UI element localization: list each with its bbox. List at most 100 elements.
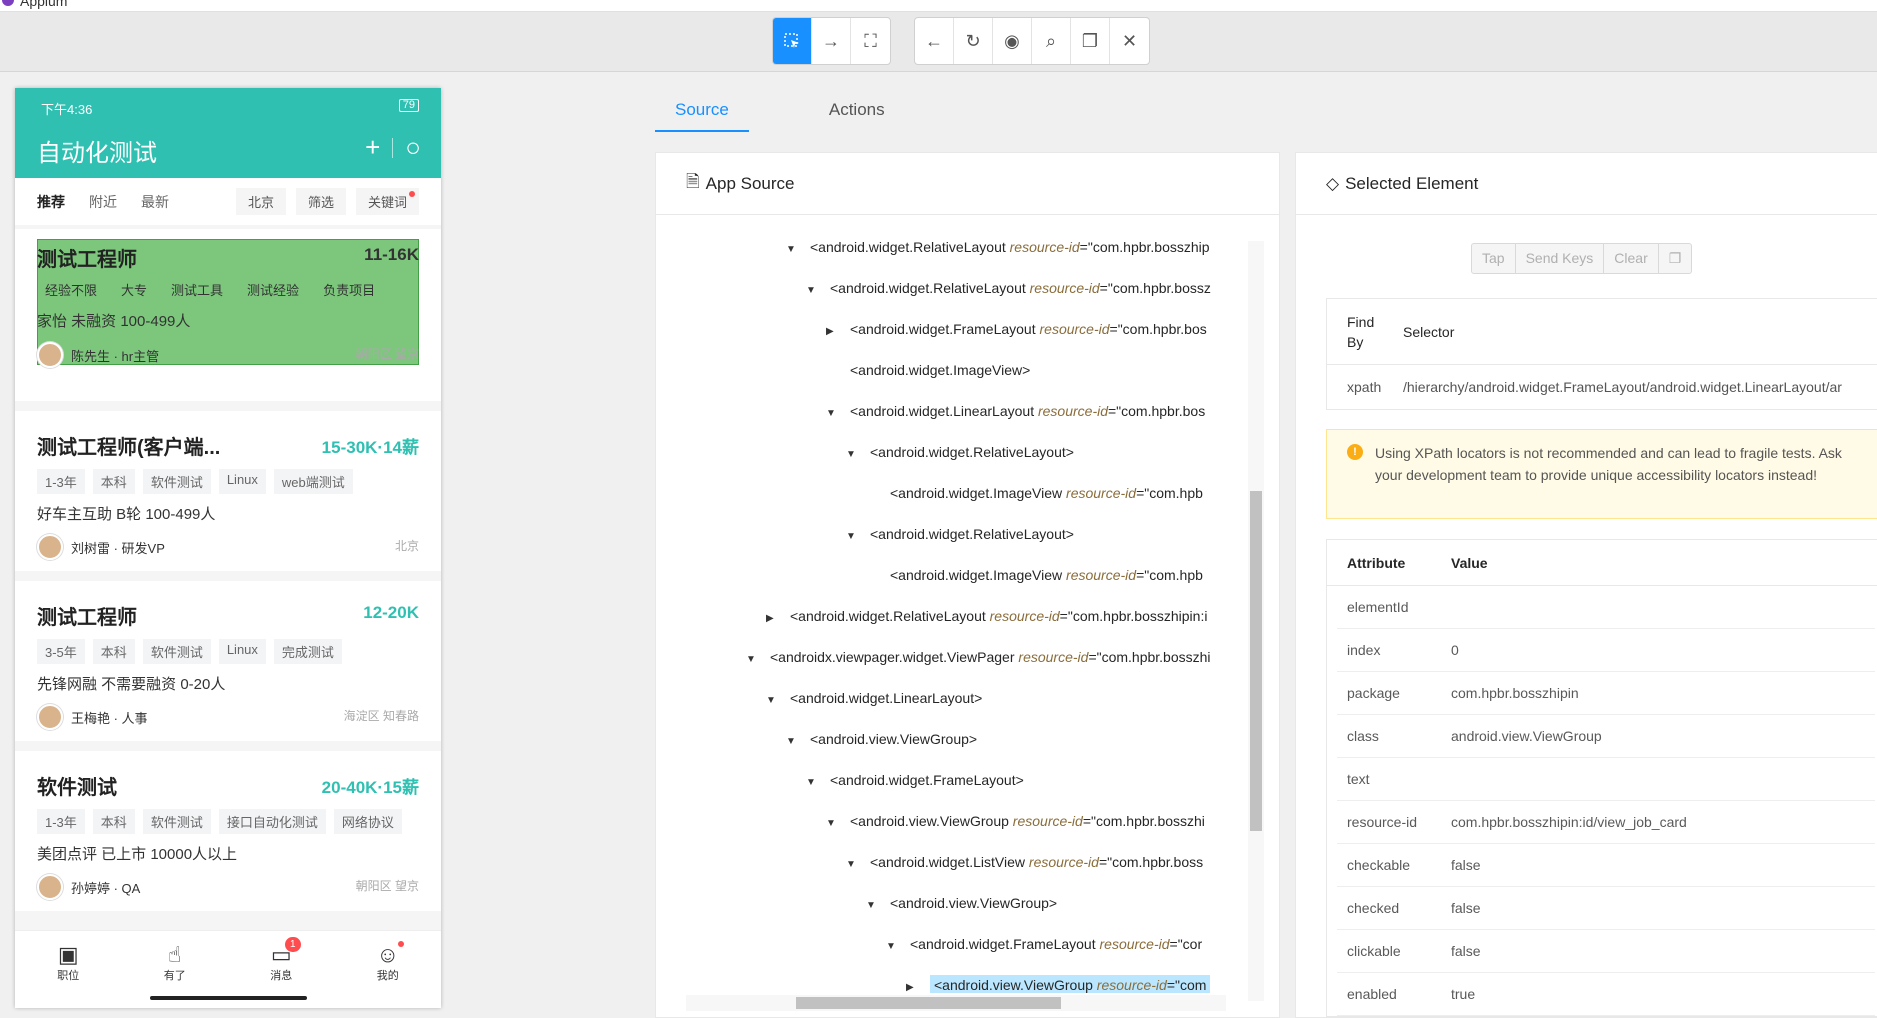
selector-row[interactable]: xpath /hierarchy/android.widget.FrameLay… bbox=[1327, 365, 1877, 409]
source-tree-node[interactable]: ▶ <android.view.ViewGroup resource-id="co… bbox=[906, 971, 1211, 993]
clear-button[interactable]: Clear bbox=[1604, 244, 1659, 273]
caret-right-icon[interactable]: ▶ bbox=[826, 318, 850, 346]
source-tree-node[interactable]: ▼ <androidx.viewpager.widget.ViewPager re… bbox=[746, 643, 1211, 671]
node-label[interactable]: <android.view.ViewGroup> bbox=[810, 731, 977, 747]
search-icon[interactable]: ○ bbox=[405, 132, 421, 163]
quit-session-button[interactable]: ✕ bbox=[1110, 18, 1149, 64]
node-label[interactable]: <android.view.ViewGroup resource-id="com bbox=[930, 975, 1211, 993]
node-label[interactable]: <android.widget.ListView resource-id="co… bbox=[870, 854, 1203, 870]
job-card[interactable]: 测试工程师 12-20K 3-5年 本科 软件测试 Linux 完成测试 先锋网… bbox=[15, 581, 441, 741]
source-tree-node[interactable]: ▼ <android.view.ViewGroup> bbox=[786, 725, 977, 753]
app-source-header: 🗎 App Source bbox=[656, 153, 1279, 215]
user-icon: ☺ bbox=[376, 942, 399, 967]
node-label[interactable]: <android.widget.ImageView resource-id="c… bbox=[890, 485, 1203, 501]
tab-actions[interactable]: Actions bbox=[809, 92, 905, 132]
caret-down-icon[interactable]: ▼ bbox=[846, 441, 870, 469]
tap-coordinates-button[interactable]: ⛶ bbox=[851, 18, 890, 64]
job-card[interactable]: 测试工程师(客户端... 15-30K·14薪 1-3年 本科 软件测试 Lin… bbox=[15, 411, 441, 571]
source-tree-node[interactable]: ▼ <android.widget.RelativeLayout> bbox=[846, 520, 1074, 548]
source-tree-node[interactable]: ▶ <android.widget.FrameLayout resource-id… bbox=[826, 315, 1207, 343]
caret-down-icon[interactable]: ▼ bbox=[786, 236, 810, 264]
source-tree-node[interactable]: ▼ <android.widget.LinearLayout> bbox=[766, 684, 982, 712]
source-tree-node[interactable]: ▼ <android.widget.FrameLayout> bbox=[806, 766, 1024, 794]
node-label[interactable]: <android.widget.RelativeLayout resource-… bbox=[790, 608, 1207, 624]
selector-table: Find By Selector xpath /hierarchy/androi… bbox=[1326, 298, 1877, 410]
node-label[interactable]: <android.widget.LinearLayout> bbox=[790, 690, 982, 706]
caret-down-icon[interactable]: ▼ bbox=[846, 523, 870, 551]
node-label[interactable]: <android.widget.RelativeLayout> bbox=[870, 444, 1074, 460]
caret-down-icon[interactable]: ▼ bbox=[826, 400, 850, 428]
swipe-button[interactable]: → bbox=[812, 18, 851, 64]
keyword-chip[interactable]: 关键词 bbox=[355, 188, 419, 215]
selected-element-title: Selected Element bbox=[1345, 173, 1479, 193]
city-chip[interactable]: 北京 bbox=[235, 188, 286, 215]
source-tree[interactable]: ▼ <android.widget.RelativeLayout resource… bbox=[686, 233, 1261, 993]
minimize-icon[interactable]: – bbox=[1831, 0, 1839, 6]
tab-latest[interactable]: 最新 bbox=[141, 192, 169, 212]
node-label[interactable]: <android.widget.FrameLayout> bbox=[830, 772, 1024, 788]
caret-down-icon[interactable]: ▼ bbox=[866, 892, 890, 920]
source-tree-node[interactable]: ▼ <android.widget.RelativeLayout resource… bbox=[786, 233, 1210, 261]
attribute-name: class bbox=[1347, 728, 1379, 744]
node-label[interactable]: <android.widget.ImageView resource-id="c… bbox=[890, 567, 1203, 583]
refresh-button[interactable]: ↻ bbox=[954, 18, 993, 64]
scrollbar-thumb[interactable] bbox=[1250, 491, 1262, 831]
source-tree-node[interactable]: ▼ <android.widget.RelativeLayout> bbox=[846, 438, 1074, 466]
node-label[interactable]: <android.view.ViewGroup resource-id="com… bbox=[850, 813, 1205, 829]
caret-down-icon[interactable]: ▼ bbox=[806, 769, 830, 797]
job-tags: 1-3年 本科 软件测试 Linux web端测试 bbox=[37, 469, 353, 494]
source-tree-node[interactable]: ▼ <android.view.ViewGroup resource-id="co… bbox=[826, 807, 1205, 835]
back-button[interactable]: ← bbox=[915, 18, 954, 64]
mode-button-group: → ⛶ bbox=[772, 17, 891, 65]
node-label[interactable]: <android.widget.LinearLayout resource-id… bbox=[850, 403, 1205, 419]
caret-down-icon[interactable]: ▼ bbox=[846, 851, 870, 879]
source-tree-node[interactable]: ▼ <android.widget.ListView resource-id="c… bbox=[846, 848, 1203, 876]
caret-down-icon[interactable]: ▼ bbox=[886, 933, 910, 961]
tab-nearby[interactable]: 附近 bbox=[89, 192, 117, 212]
node-label[interactable]: <android.widget.FrameLayout resource-id=… bbox=[910, 936, 1202, 952]
node-label[interactable]: <android.view.ViewGroup> bbox=[890, 895, 1057, 911]
source-tree-node[interactable]: <android.widget.ImageView> bbox=[826, 356, 1030, 384]
node-label[interactable]: <android.widget.RelativeLayout> bbox=[870, 526, 1074, 542]
filter-chip[interactable]: 筛选 bbox=[295, 188, 346, 215]
source-tree-node[interactable]: <android.widget.ImageView resource-id="c… bbox=[866, 479, 1203, 507]
nav-item-jobs[interactable]: ▣ 职位 bbox=[15, 931, 122, 1008]
tree-vertical-scrollbar[interactable] bbox=[1248, 241, 1264, 1001]
tap-button[interactable]: Tap bbox=[1472, 244, 1516, 273]
copy-button[interactable]: ❐ bbox=[1071, 18, 1110, 64]
device-screenshot[interactable]: 下午4:36 79 自动化测试 + ○ 推荐 附近 最新 北京 筛选 关键词 测… bbox=[15, 88, 441, 1008]
send-keys-button[interactable]: Send Keys bbox=[1516, 244, 1605, 273]
toggle-visibility-button[interactable]: ◉ bbox=[993, 18, 1032, 64]
job-card[interactable]: 测试工程师 11-16K 经验不限 大专 测试工具 测试经验 负责项目 家怡 未… bbox=[15, 229, 441, 401]
source-tree-node[interactable]: ▶ <android.widget.RelativeLayout resource… bbox=[766, 602, 1207, 630]
attribute-name: checked bbox=[1347, 900, 1400, 916]
caret-down-icon[interactable]: ▼ bbox=[806, 277, 830, 305]
job-card[interactable]: 软件测试 20-40K·15薪 1-3年 本科 软件测试 接口自动化测试 网络协… bbox=[15, 751, 441, 911]
plus-icon[interactable]: + bbox=[365, 132, 380, 163]
source-tree-node[interactable]: ▼ <android.widget.LinearLayout resource-i… bbox=[826, 397, 1205, 425]
source-tree-node[interactable]: ▼ <android.view.ViewGroup> bbox=[866, 889, 1057, 917]
scrollbar-thumb[interactable] bbox=[796, 997, 1061, 1009]
tab-recommend[interactable]: 推荐 bbox=[37, 192, 65, 212]
attribute-header: Attribute bbox=[1347, 554, 1406, 571]
caret-right-icon[interactable]: ▶ bbox=[766, 605, 790, 633]
node-label[interactable]: <android.widget.FrameLayout resource-id=… bbox=[850, 321, 1207, 337]
caret-down-icon[interactable]: ▼ bbox=[826, 810, 850, 838]
node-label[interactable]: <android.widget.RelativeLayout resource-… bbox=[810, 239, 1210, 255]
nav-item-profile[interactable]: ☺ 我的 bbox=[335, 931, 442, 1008]
caret-down-icon[interactable]: ▼ bbox=[786, 728, 810, 756]
node-label[interactable]: <android.widget.ImageView> bbox=[850, 362, 1030, 378]
caret-down-icon[interactable]: ▼ bbox=[766, 687, 790, 715]
tree-horizontal-scrollbar[interactable] bbox=[686, 995, 1226, 1011]
caret-right-icon[interactable]: ▶ bbox=[906, 974, 930, 993]
search-button[interactable]: ⌕ bbox=[1032, 18, 1071, 64]
source-tree-node[interactable]: <android.widget.ImageView resource-id="c… bbox=[866, 561, 1203, 589]
copy-attributes-button[interactable]: ❐ bbox=[1659, 244, 1692, 273]
select-elements-button[interactable] bbox=[773, 18, 812, 64]
tab-source[interactable]: Source bbox=[655, 92, 749, 132]
caret-down-icon[interactable]: ▼ bbox=[746, 646, 770, 674]
node-label[interactable]: <androidx.viewpager.widget.ViewPager res… bbox=[770, 649, 1211, 665]
node-label[interactable]: <android.widget.RelativeLayout resource-… bbox=[830, 280, 1211, 296]
source-tree-node[interactable]: ▼ <android.widget.FrameLayout resource-id… bbox=[886, 930, 1202, 958]
source-tree-node[interactable]: ▼ <android.widget.RelativeLayout resource… bbox=[806, 274, 1211, 302]
